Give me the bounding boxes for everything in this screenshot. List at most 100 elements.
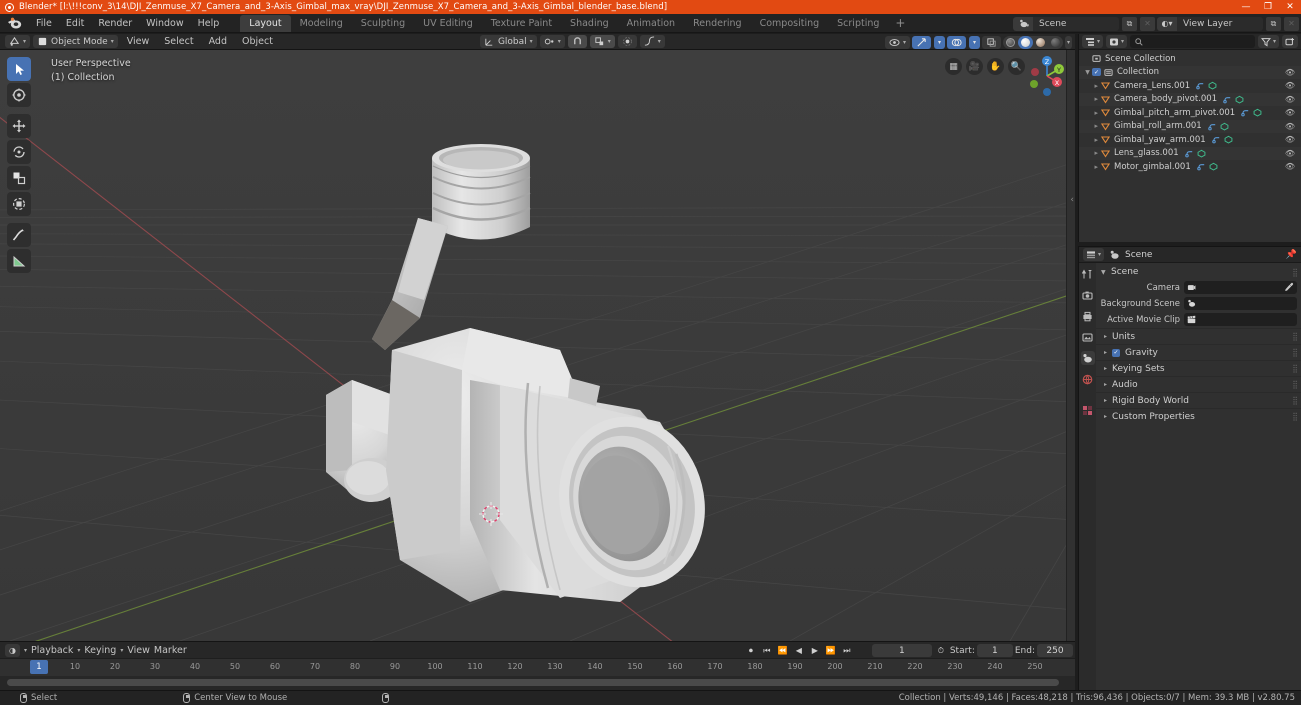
gizmo-dropdown[interactable]: ▾ (933, 36, 945, 49)
measure-tool[interactable] (7, 249, 31, 273)
outliner-filter-button[interactable]: ▾ (1257, 35, 1279, 48)
blender-logo-icon[interactable] (7, 16, 23, 30)
scene-tab[interactable] (1080, 351, 1095, 365)
navigation-gizmo[interactable]: Z Y X (1025, 54, 1069, 98)
menu-help[interactable]: Help (191, 16, 227, 31)
tab-compositing[interactable]: Compositing (751, 15, 829, 32)
mesh-data-icon[interactable] (1253, 108, 1262, 117)
jump-end-button[interactable]: ⏭ (840, 644, 854, 658)
section-grip[interactable]: ⣿ (1292, 396, 1298, 405)
falloff-dropdown[interactable]: ▾ (639, 35, 665, 48)
tab-shading[interactable]: Shading (561, 15, 618, 32)
current-frame-field[interactable]: 1 (871, 644, 932, 657)
viewport-menu-select[interactable]: Select (158, 36, 199, 47)
tool-tab[interactable] (1081, 267, 1095, 281)
object-visibility-dropdown[interactable]: ▾ (884, 36, 910, 49)
scene-browse-icon[interactable]: ▾ (1013, 16, 1033, 31)
gravity-checkbox[interactable]: ✓ (1112, 348, 1121, 357)
overlays-toggle-button[interactable] (946, 36, 966, 49)
units-section[interactable]: ▸ Units ⣿ (1096, 328, 1301, 344)
custom-properties-section[interactable]: ▸ Custom Properties ⣿ (1096, 408, 1301, 424)
scale-tool[interactable] (7, 166, 31, 190)
audio-section[interactable]: ▸ Audio ⣿ (1096, 376, 1301, 392)
new-viewlayer-button[interactable]: ⧉ (1266, 16, 1281, 31)
viewport-menu-view[interactable]: View (121, 36, 156, 47)
shading-wireframe-button[interactable] (1003, 36, 1018, 49)
outliner-object-row[interactable]: ▸ Camera_Lens.001 👁 (1079, 79, 1301, 93)
mesh-data-icon[interactable] (1220, 122, 1229, 131)
eye-visibility-icon[interactable]: 👁 (1285, 162, 1295, 171)
timeline-horizontal-scrollbar[interactable] (7, 679, 1059, 686)
end-frame-field[interactable]: 250 (1037, 644, 1073, 657)
viewport-menu-add[interactable]: Add (203, 36, 233, 47)
outliner-object-row[interactable]: ▸ Motor_gimbal.001 👁 (1079, 160, 1301, 174)
section-grip[interactable]: ⣿ (1292, 412, 1298, 421)
close-button[interactable]: ✕ (1279, 0, 1301, 14)
play-reverse-button[interactable]: ◀ (792, 644, 806, 658)
tab-texture-paint[interactable]: Texture Paint (482, 15, 561, 32)
prev-keyframe-button[interactable]: ⏪ (776, 644, 790, 658)
render-tab[interactable] (1081, 288, 1095, 302)
collection-checkbox[interactable]: ✓ (1092, 68, 1101, 77)
zoom-view-icon[interactable]: 🔍 (1008, 58, 1025, 75)
section-grip[interactable]: ⣿ (1292, 364, 1298, 373)
texture-tab[interactable] (1081, 403, 1095, 417)
mesh-data-icon[interactable] (1224, 135, 1233, 144)
remove-viewlayer-button[interactable]: ✕ (1284, 16, 1299, 31)
maximize-button[interactable]: ❐ (1257, 0, 1279, 14)
camera-field[interactable] (1184, 281, 1297, 294)
auto-keying-icon[interactable]: ⏱ (934, 644, 948, 658)
active-movie-clip-field[interactable] (1184, 313, 1297, 326)
viewport-sidebar-tab[interactable]: ‹ (1066, 50, 1075, 641)
modifier-icon[interactable] (1196, 162, 1206, 171)
xray-toggle-button[interactable] (981, 36, 1001, 49)
outliner-object-row[interactable]: ▸ Camera_body_pivot.001 👁 (1079, 92, 1301, 106)
view-layer-tab[interactable] (1081, 330, 1095, 344)
modifier-icon[interactable] (1241, 108, 1250, 117)
gravity-section[interactable]: ▸ ✓ Gravity ⣿ (1096, 344, 1301, 360)
modifier-icon[interactable] (1223, 95, 1232, 104)
mesh-data-icon[interactable] (1209, 162, 1218, 171)
menu-render[interactable]: Render (91, 16, 139, 31)
modifier-icon[interactable] (1207, 122, 1217, 131)
shading-material-button[interactable] (1033, 36, 1048, 49)
timeline-menu-keying[interactable]: Keying (84, 645, 116, 656)
pin-icon[interactable]: 📌 (1286, 250, 1297, 260)
rotate-tool[interactable] (7, 140, 31, 164)
outliner-new-collection-button[interactable] (1282, 35, 1298, 48)
timeline-menu-view[interactable]: View (127, 645, 150, 656)
tab-scripting[interactable]: Scripting (828, 15, 888, 32)
eyedropper-icon[interactable] (1284, 282, 1294, 294)
outliner-object-row[interactable]: ▸ Gimbal_pitch_arm_pivot.001 👁 (1079, 106, 1301, 120)
eye-visibility-icon[interactable]: 👁 (1285, 122, 1295, 131)
eye-visibility-icon[interactable]: 👁 (1285, 135, 1295, 144)
viewlayer-selector[interactable]: ◐▾ View Layer (1157, 16, 1263, 31)
remove-scene-button[interactable]: ✕ (1140, 16, 1155, 31)
object-mode-dropdown[interactable]: Object Mode ▾ (33, 35, 118, 48)
shading-solid-button[interactable] (1017, 36, 1033, 49)
scene-selector[interactable]: ▾ Scene (1013, 16, 1119, 31)
next-keyframe-button[interactable]: ⏩ (824, 644, 838, 658)
section-grip[interactable]: ⣿ (1292, 380, 1298, 389)
sidebar-toggle-icon[interactable]: ‹ (1070, 195, 1074, 205)
eye-visibility-icon[interactable]: 👁 (1285, 149, 1295, 158)
viewlayer-browse-icon[interactable]: ◐▾ (1157, 16, 1177, 31)
modifier-icon[interactable] (1196, 81, 1205, 90)
menu-edit[interactable]: Edit (59, 16, 91, 31)
rigid-body-world-section[interactable]: ▸ Rigid Body World ⣿ (1096, 392, 1301, 408)
modifier-icon[interactable] (1211, 135, 1221, 144)
timeline-menu-playback[interactable]: Playback (31, 645, 73, 656)
annotate-tool[interactable] (7, 223, 31, 247)
gizmo-toggle-button[interactable] (911, 36, 931, 49)
timeline-playhead[interactable]: 1 (30, 660, 48, 674)
new-scene-button[interactable]: ⧉ (1122, 16, 1137, 31)
add-workspace-button[interactable]: + (888, 16, 912, 30)
mesh-data-icon[interactable] (1208, 81, 1217, 90)
eye-visibility-icon[interactable]: 👁 (1285, 95, 1295, 104)
section-grip[interactable]: ⣿ (1292, 268, 1298, 277)
overlays-dropdown[interactable]: ▾ (968, 36, 980, 49)
outliner-object-row[interactable]: ▸ Lens_glass.001 👁 (1079, 146, 1301, 160)
scene-section-header[interactable]: ▼ Scene ⣿ (1096, 265, 1301, 279)
outliner-filter-id-button[interactable]: ▾ (1106, 35, 1128, 48)
eye-visibility-icon[interactable]: 👁 (1285, 81, 1295, 90)
